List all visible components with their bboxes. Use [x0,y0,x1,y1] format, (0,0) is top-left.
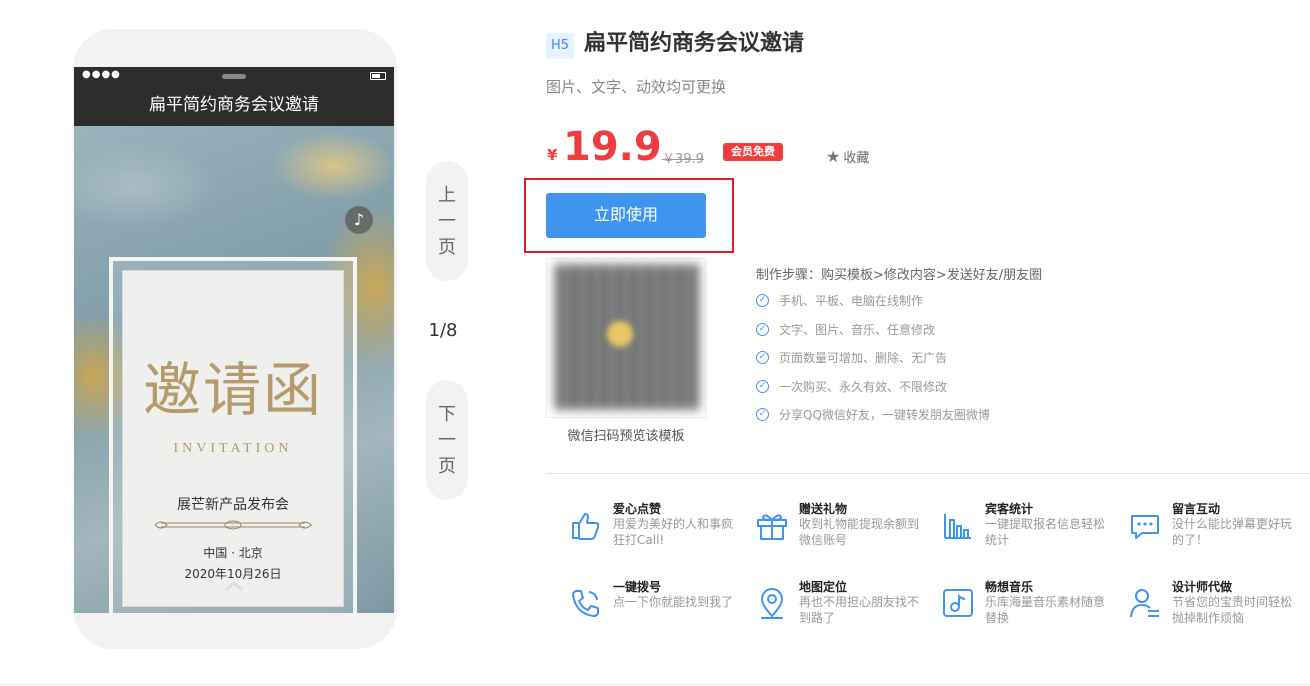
feature-title: 留言互动 [1172,502,1221,516]
list-item: ✓ 分享QQ微信好友，一键转发朋友圈微博 [756,406,990,435]
next-label-3: 页 [438,456,456,477]
feature-desc: 收到礼物能提现余额到微信账号 [799,517,920,547]
phone-title: 扁平简约商务会议邀请 [74,85,394,126]
feature-item: 爱心点赞 用爱为美好的人和事疯狂打Call! [569,500,754,560]
feature-title: 赠送礼物 [799,502,848,516]
ornament-divider-icon [154,520,312,530]
qr-logo [607,321,633,347]
price-value: 19.9 [563,124,662,170]
list-item-text: 页面数量可增加、删除、无广告 [779,351,948,366]
product-subtitle: 图片、文字、动效均可更换 [546,78,727,96]
feature-desc: 节省您的宝贵时间轻松抛掉制作烦恼 [1172,595,1293,625]
favorite-button[interactable]: ★ 收藏 [826,147,869,166]
feature-title: 爱心点赞 [613,502,662,516]
list-item-text: 一次购买、永久有效、不限修改 [779,379,948,394]
invitation-heading: 邀请函 [142,356,323,424]
check-circle-icon: ✓ [756,408,769,422]
vip-free-badge: 会员免费 [723,143,783,161]
check-circle-icon: ✓ [756,294,769,307]
prev-label-3: 页 [438,237,456,258]
event-location: 中国 · 北京 [203,546,263,560]
list-item: ✓ 文字、图片、音乐、任意修改 [756,321,990,350]
prev-page-button[interactable]: 上 一 页 [426,161,468,281]
notch [222,74,246,79]
list-item-text: 手机、平板、电脑在线制作 [779,294,924,308]
music-note-icon [943,589,973,617]
original-price: ￥39.9 [662,152,704,167]
steps-title: 制作步骤：购买模板>修改内容>发送好友/朋友圈 [756,268,1043,283]
feature-desc: 用爱为美好的人和事疯狂打Call! [613,517,734,547]
feature-item: 地图定位 再也不用担心朋友找不到路了 [755,578,940,638]
list-item: ✓ 手机、平板、电脑在线制作 [756,292,990,321]
bar-chart-icon [944,514,971,539]
invitation-subheading: INVITATION [173,441,293,456]
chat-bubble-icon [1131,515,1159,539]
feature-item: 宾客统计 一键提取报名信息轻松统计 [941,500,1126,560]
feature-desc: 乐库海量音乐素材随意替换 [985,595,1106,625]
swipe-up-icon[interactable] [224,579,244,593]
price-currency: ¥ [547,146,558,164]
feature-item: 畅想音乐 乐库海量音乐素材随意替换 [941,578,1126,638]
check-circle-icon: ✓ [756,351,769,365]
product-title: 扁平简约商务会议邀请 [584,31,805,56]
page-indicator: 1/8 [428,320,458,341]
battery-icon [370,72,386,80]
prev-label-2: 一 [438,211,456,232]
invitation-card-inner: 邀请函 INVITATION 展芒新产品发布会 中国 · 北京 2020年10月… [122,270,344,607]
designer-icon [1130,589,1159,618]
feature-title: 畅想音乐 [985,580,1034,594]
feature-desc: 一键提取报名信息轻松统计 [985,517,1106,547]
feature-title: 地图定位 [799,580,848,594]
list-item: ✓ 一次购买、永久有效、不限修改 [756,378,990,407]
next-label-2: 一 [438,430,456,451]
check-circle-icon: ✓ [756,322,769,336]
list-item-text: 文字、图片、音乐、任意修改 [779,322,936,337]
feature-desc: 没什么能比弹幕更好玩的了！ [1172,517,1293,547]
invitation-preview[interactable]: ♪ 邀请函 INVITATION 展芒新产品发布会 中国 · 北京 2020年1… [74,126,394,613]
feature-desc: 再也不用担心朋友找不到路了 [799,595,920,625]
map-pin-icon [760,588,784,619]
feature-item: 设计师代做 节省您的宝贵时间轻松抛掉制作烦恼 [1128,578,1310,638]
phone-screen: ●●●● 扁平简约商务会议邀请 ♪ 邀请函 INVITATION 展芒新产品发布… [74,67,394,613]
thumbs-up-icon [572,513,600,540]
check-circle-icon: ✓ [756,379,769,393]
list-item: ✓ 页面数量可增加、删除、无广告 [756,349,990,378]
event-name: 展芒新产品发布会 [177,497,289,513]
h5-badge: H5 [546,33,574,59]
feature-item: 一键拨号 点一下你就能找到我了 [569,578,754,638]
feature-list: ✓ 手机、平板、电脑在线制作 ✓ 文字、图片、音乐、任意修改 ✓ 页面数量可增加、删除… [756,292,990,435]
invitation-card: 邀请函 INVITATION 展芒新产品发布会 中国 · 北京 2020年10月… [109,257,357,613]
next-page-button[interactable]: 下 一 页 [426,380,468,500]
phone-status-bar: ●●●● [74,67,394,85]
use-now-button[interactable]: 立即使用 [546,193,706,238]
phone-call-icon [572,590,599,617]
list-item-text: 分享QQ微信好友，一键转发朋友圈微博 [779,408,990,423]
favorite-label: 收藏 [843,151,870,166]
signal-icon: ●●●● [82,69,121,80]
star-icon: ★ [826,147,841,166]
feature-title: 设计师代做 [1172,580,1233,594]
next-label-1: 下 [438,404,456,425]
feature-desc: 点一下你就能找到我了 [613,595,734,609]
prev-label-1: 上 [438,185,456,206]
gift-icon [757,514,787,540]
music-note-icon[interactable]: ♪ [345,206,373,234]
qr-caption: 微信扫码预览该模板 [567,429,685,444]
feature-item: 赠送礼物 收到礼物能提现余额到微信账号 [755,500,940,560]
feature-item: 留言互动 没什么能比弹幕更好玩的了！ [1128,500,1310,560]
section-divider [546,473,1310,474]
qr-code [546,258,706,418]
feature-title: 一键拨号 [613,580,662,594]
footer-divider [0,684,1310,685]
feature-title: 宾客统计 [985,502,1034,516]
